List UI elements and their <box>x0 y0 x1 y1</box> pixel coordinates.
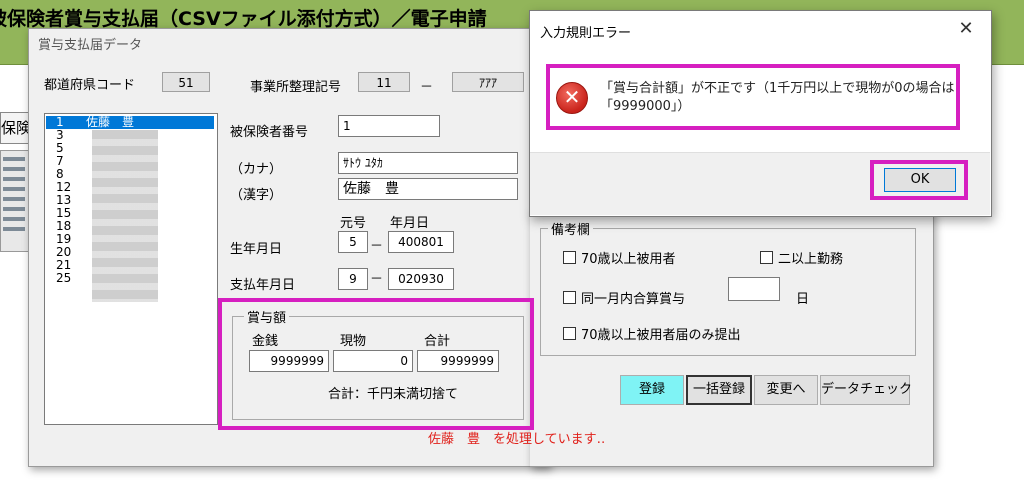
kanji-label: （漢字） <box>230 188 283 203</box>
office-code-separator: － <box>420 80 434 95</box>
redacted-names <box>92 130 158 302</box>
ymd-header: 年月日 <box>390 216 430 231</box>
multi-work-checkbox-box[interactable] <box>760 251 773 264</box>
change-button[interactable]: 変更へ <box>754 375 818 405</box>
data-check-button[interactable]: データチェック <box>820 375 912 405</box>
multi-work-label: 二以上勤務 <box>778 252 844 267</box>
insured-number-label: 被保険者番号 <box>230 125 309 140</box>
over70-label: 70歳以上被用者 <box>581 252 676 267</box>
payment-date-input[interactable]: 020930 <box>388 268 454 290</box>
office-code-label: 事業所整理記号 <box>250 80 342 95</box>
employee-number: 3 <box>56 128 64 142</box>
payment-dash: － <box>370 272 384 287</box>
processing-status: 佐藤 豊 を処理しています‥ <box>428 432 606 447</box>
same-month-label: 同一月内合算賞与 <box>581 292 686 307</box>
ok-highlight-box <box>870 160 968 200</box>
office-code-field-1: 11 <box>358 72 410 92</box>
payment-date-label: 支払年月日 <box>230 278 296 293</box>
over70-only-label: 70歳以上被用者届のみ提出 <box>581 328 741 343</box>
pref-code-label: 都道府県コード <box>44 78 136 93</box>
over70-checkbox[interactable]: 70歳以上被用者 <box>563 248 676 267</box>
employee-number: 1 <box>56 115 64 129</box>
employee-number: 7 <box>56 154 64 168</box>
close-icon[interactable]: ✕ <box>954 18 978 39</box>
error-dialog-title: 入力規則エラー <box>540 26 632 41</box>
insured-number-input[interactable]: 1 <box>338 115 440 137</box>
office-code-field-2: ｱｱｱ <box>452 72 524 92</box>
birth-date-label: 生年月日 <box>230 242 283 257</box>
same-month-checkbox[interactable]: 同一月内合算賞与 <box>563 288 685 307</box>
birth-date-input[interactable]: 400801 <box>388 231 454 253</box>
day-unit-label: 日 <box>796 292 810 307</box>
bonus-highlight-box <box>218 298 534 430</box>
remarks-title: 備考欄 <box>548 219 594 238</box>
side-tab-label: 保険 <box>1 119 32 137</box>
birth-dash: － <box>370 239 384 254</box>
kanji-name-input[interactable]: 佐藤 豊 <box>338 178 518 200</box>
bulk-register-button[interactable]: 一括登録 <box>686 375 752 405</box>
employee-name: 佐藤 豊 <box>86 115 135 129</box>
app-title: 被保険者賞与支払届（CSVファイル添付方式）／電子申請 <box>0 8 487 30</box>
error-message-highlight <box>546 64 960 130</box>
employee-list-item[interactable]: 1 佐藤 豊 <box>46 116 214 129</box>
era-header: 元号 <box>340 216 367 231</box>
dialog-title: 賞与支払届データ <box>38 38 143 53</box>
over70-checkbox-box[interactable] <box>563 251 576 264</box>
employee-number: 25 <box>56 271 72 285</box>
same-month-day-input[interactable] <box>728 277 780 301</box>
payment-era-input[interactable]: 9 <box>338 268 368 290</box>
multi-work-checkbox[interactable]: 二以上勤務 <box>760 248 843 267</box>
over70-only-checkbox[interactable]: 70歳以上被用者届のみ提出 <box>563 324 741 343</box>
register-button[interactable]: 登録 <box>620 375 684 405</box>
over70-only-checkbox-box[interactable] <box>563 327 576 340</box>
kana-label: （カナ） <box>230 162 283 177</box>
birth-era-input[interactable]: 5 <box>338 231 368 253</box>
employee-number: 5 <box>56 141 64 155</box>
pref-code-field: 51 <box>162 72 210 92</box>
thumbnail-preview <box>0 150 30 252</box>
kana-name-input[interactable]: ｻﾄｳ ﾕﾀｶ <box>338 152 518 174</box>
same-month-checkbox-box[interactable] <box>563 291 576 304</box>
